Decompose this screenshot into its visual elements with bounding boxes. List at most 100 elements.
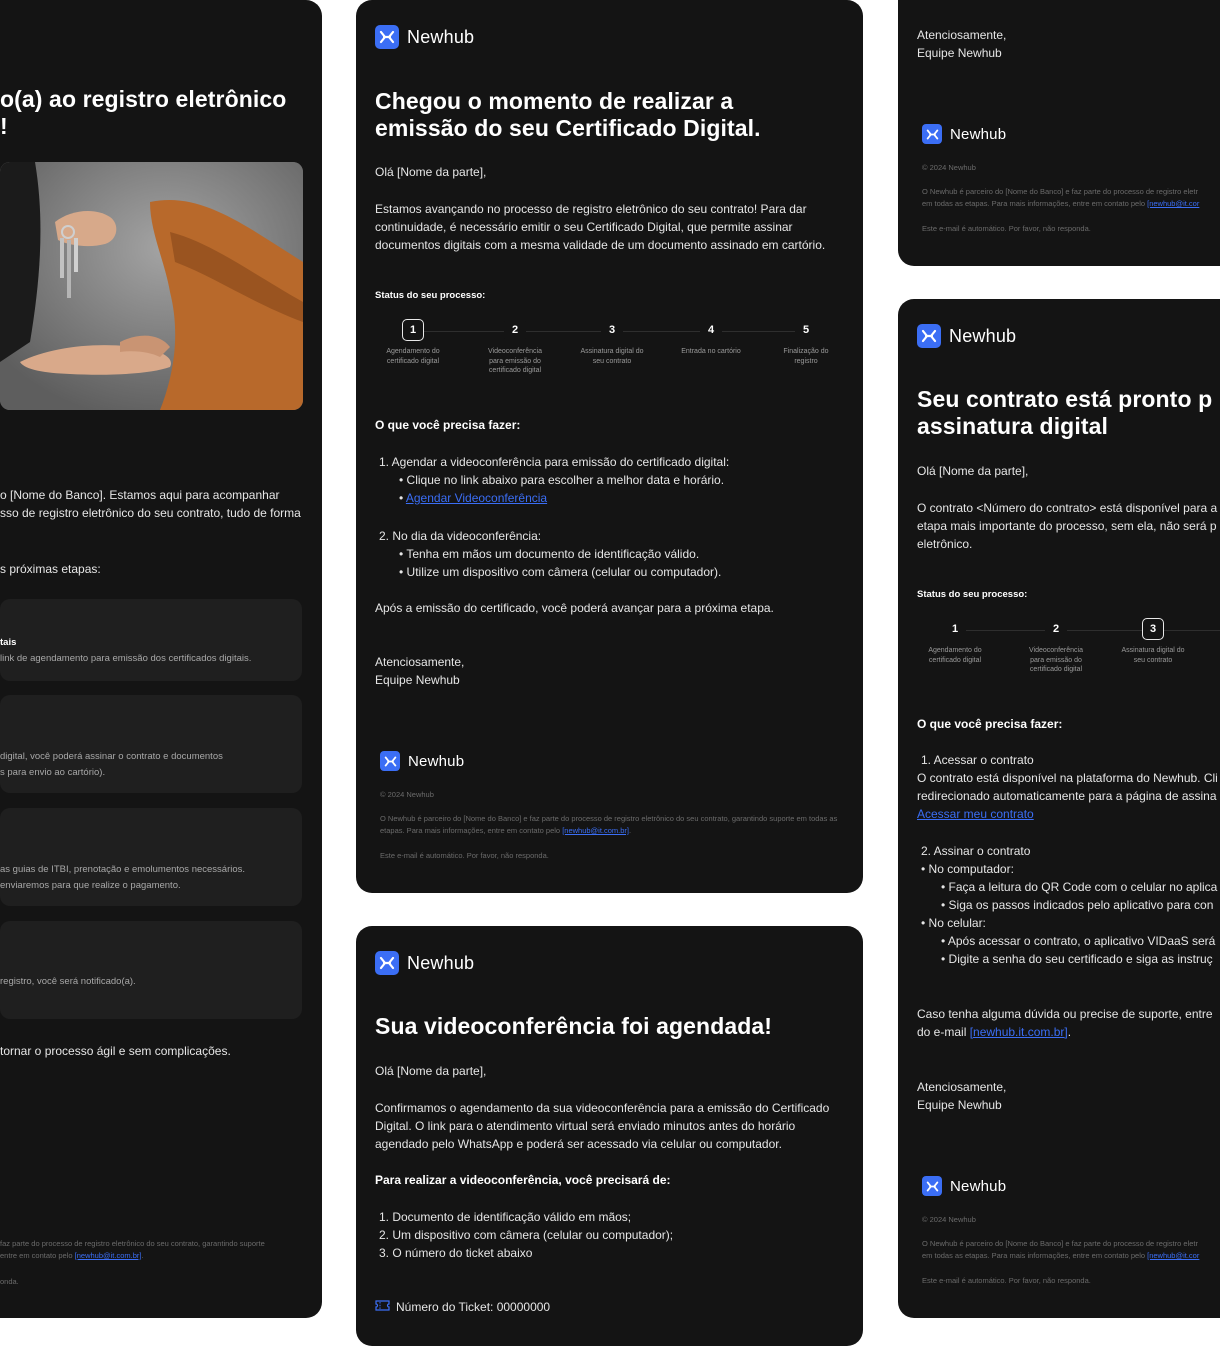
step-label: Videoconferência para emissão do certifi… <box>488 348 542 374</box>
newhub-logo-icon <box>922 124 942 144</box>
intro-text: o [Nome do Banco]. Estamos aqui para aco… <box>0 488 301 520</box>
intro-text: Estamos avançando no processo de registr… <box>375 202 826 252</box>
step-number: 5 <box>795 319 817 341</box>
footer-disclaimer: faz parte do processo de registro eletrô… <box>0 1239 265 1260</box>
footer-auto-note: Este e-mail é automático. Por favor, não… <box>922 224 1091 233</box>
closing-text: tornar o processo ágil e sem complicaçõe… <box>0 1044 231 1058</box>
requirement-1: 1. Documento de identificação válido em … <box>379 1210 632 1224</box>
signoff: Atenciosamente, Equipe Newhub <box>917 28 1007 60</box>
access-contract-link[interactable]: Acessar meu contrato <box>917 805 1218 823</box>
footer-email-link[interactable]: [newhub@it.com.br] <box>562 826 629 835</box>
mobile-label: • No celular: <box>921 916 986 930</box>
step-3: 3 Assinatura digital do seu contrato <box>574 319 650 366</box>
todo-item-1a: • Clique no link abaixo para escolher a … <box>399 473 725 487</box>
greeting: Olá [Nome da parte], <box>375 165 487 179</box>
step-number: 1 <box>944 618 966 640</box>
todo-item-2: 2. Assinar o contrato <box>921 844 1031 858</box>
step-2: 2 Videoconferência para emissão do certi… <box>1018 618 1094 675</box>
brand-name: Newhub <box>408 752 465 770</box>
todo-item-1b: • Agendar Videoconferência <box>399 491 548 505</box>
support-email-link[interactable]: [newhub.it.com.br] <box>970 1025 1068 1039</box>
brand-name: Newhub <box>407 952 475 973</box>
step-label: Entrada no cartório <box>681 348 741 355</box>
brand-name: Newhub <box>950 1177 1007 1195</box>
computer-step-b: • Siga os passos indicados pelo aplicati… <box>941 898 1214 912</box>
step-label: Assinatura digital do seu contrato <box>580 348 644 365</box>
brand-name: Newhub <box>407 26 475 47</box>
footer-copyright: © 2024 Newhub <box>922 163 976 172</box>
step-label: Agendamento do certificado digital <box>928 647 982 664</box>
step-box-title: tais <box>0 637 17 648</box>
brand-name: Newhub <box>950 125 1007 143</box>
email-card-videoconference: Newhub Sua videoconferência foi agendada… <box>356 926 863 1346</box>
step-number: 2 <box>504 319 526 341</box>
status-stepper: 1 Agendamento do certificado digital 2 V… <box>375 319 843 389</box>
footer-copyright: © 2024 Newhub <box>922 1215 976 1224</box>
status-stepper: 1 Agendamento do certificado digital 2 V… <box>917 618 1220 688</box>
newhub-logo-icon <box>375 951 399 975</box>
step-1: 1 Agendamento do certificado digital <box>375 319 451 366</box>
footer-disclaimer: O Newhub é parceiro do [Nome do Banco] e… <box>380 814 838 835</box>
todo-title: O que você precisa fazer: <box>917 717 1063 731</box>
footer-auto-note: Este e-mail é automático. Por favor, não… <box>922 1276 1091 1285</box>
footer-disclaimer: O Newhub é parceiro do [Nome do Banco] e… <box>922 1239 1200 1260</box>
newhub-logo-icon <box>922 1176 942 1196</box>
step-box-text: registro, você será notificado(a). <box>0 976 136 987</box>
step-label: Videoconferência para emissão do certifi… <box>1029 647 1083 673</box>
brand-footer: Newhub <box>922 1176 1006 1196</box>
requirement-2: 2. Um dispositivo com câmera (celular ou… <box>379 1228 674 1242</box>
signoff: Atenciosamente, Equipe Newhub <box>917 1080 1007 1112</box>
todo-item-1: 1. Agendar a videoconferência para emiss… <box>379 455 730 469</box>
footer-auto-note: onda. <box>0 1277 19 1286</box>
email-card-footer-fragment: Atenciosamente, Equipe Newhub Newhub © 20… <box>898 0 1220 266</box>
step-box-text: digital, você poderá assinar o contrato … <box>0 751 223 778</box>
step-2: 2 Videoconferência para emissão do certi… <box>477 319 553 376</box>
todo-title: O que você precisa fazer: <box>375 418 521 432</box>
email-card-contract-ready: Newhub Seu contrato está pronto p assinat… <box>898 299 1220 1318</box>
step-label: Finalização do registro <box>783 348 829 365</box>
footer-email-link[interactable]: [newhub@it.com.br] <box>75 1251 142 1260</box>
step-number: 3 <box>601 319 623 341</box>
step-5: 5 Finalização do registro <box>768 319 844 366</box>
mobile-step-b: • Digite a senha do seu certificado e si… <box>941 952 1213 966</box>
computer-label: • No computador: <box>921 862 1014 876</box>
step-label: Agendamento do certificado digital <box>386 348 440 365</box>
brand-header: Newhub <box>375 951 474 975</box>
ticket-number: Número do Ticket: 00000000 <box>396 1300 551 1314</box>
step-number: 4 <box>700 319 722 341</box>
step-4: 4 Entrada no cartório <box>673 319 749 357</box>
email-title: Chegou o momento de realizar a emissão do… <box>375 88 761 141</box>
greeting: Olá [Nome da parte], <box>917 464 1029 478</box>
ticket-icon <box>375 1298 390 1316</box>
todo-item-2a: • Tenha em mãos um documento de identifi… <box>399 547 700 561</box>
step-3: 3 Assinatura digital do seu contrato <box>1115 618 1191 665</box>
step-label: Assinatura digital do seu contrato <box>1121 647 1185 664</box>
email-card-certificate: Newhub Chegou o momento de realizar a emi… <box>356 0 863 893</box>
email-title: o(a) ao registro eletrônico! <box>0 86 287 139</box>
ticket-row: Número do Ticket: 00000000 <box>375 1298 550 1316</box>
requirement-3: 3. O número do ticket abaixo <box>379 1246 533 1260</box>
intro-text: Confirmamos o agendamento da sua videoco… <box>375 1101 830 1151</box>
step-box-3: as guias de ITBI, prenotação e emolument… <box>0 808 302 906</box>
intro-text: O contrato <Número do contrato> está dis… <box>917 501 1218 551</box>
newhub-logo-icon <box>375 25 399 49</box>
brand-footer: Newhub <box>380 751 464 771</box>
footer-email-link[interactable]: [newhub@it.cor <box>1147 199 1199 208</box>
footer-email-link[interactable]: [newhub@it.cor <box>1147 1251 1199 1260</box>
step-number: 3 <box>1142 618 1164 640</box>
schedule-video-link[interactable]: Agendar Videoconferência <box>406 491 547 505</box>
todo-item-1-text: O contrato está disponível na plataforma… <box>917 771 1218 803</box>
email-title: Sua videoconferência foi agendada! <box>375 1013 773 1039</box>
mobile-step-a: • Após acessar o contrato, o aplicativo … <box>941 934 1216 948</box>
hands-with-keys-photo <box>0 162 303 410</box>
todo-item-1: 1. Acessar o contrato <box>921 753 1034 767</box>
todo-item-2: 2. No dia da videoconferência: <box>379 529 542 543</box>
brand-header: Newhub <box>917 324 1016 348</box>
footer-disclaimer: O Newhub é parceiro do [Nome do Banco] e… <box>922 187 1200 208</box>
greeting: Olá [Nome da parte], <box>375 1064 487 1078</box>
after-text: Após a emissão do certificado, você pode… <box>375 601 774 615</box>
step-box-2: digital, você poderá assinar o contrato … <box>0 695 302 793</box>
step-box-text: link de agendamento para emissão dos cer… <box>0 653 252 664</box>
footer-copyright: © 2024 Newhub <box>380 790 434 799</box>
step-number: 1 <box>402 319 424 341</box>
